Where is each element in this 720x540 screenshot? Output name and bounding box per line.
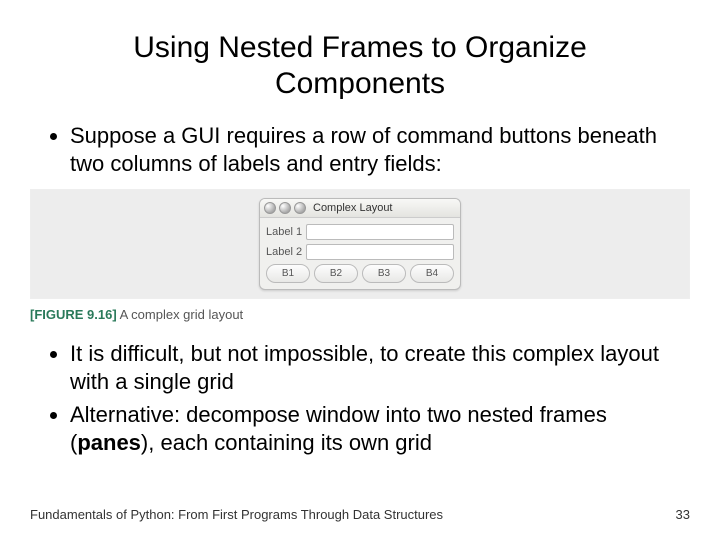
window-body: Label 1 Label 2 B1 B2 B3 B4 [260, 218, 460, 289]
button-row: B1 B2 B3 B4 [266, 264, 454, 283]
bullet-bold: panes [77, 430, 141, 455]
command-button: B4 [410, 264, 454, 283]
footer-page-number: 33 [676, 507, 690, 522]
zoom-icon [294, 202, 306, 214]
footer-book-title: Fundamentals of Python: From First Progr… [30, 507, 443, 522]
close-icon [264, 202, 276, 214]
minimize-icon [279, 202, 291, 214]
bullet-item: Suppose a GUI requires a row of command … [70, 122, 690, 177]
text-field [306, 244, 454, 260]
figure-caption: [FIGURE 9.16] A complex grid layout [30, 307, 690, 322]
field-label: Label 2 [266, 246, 302, 258]
window-titlebar: Complex Layout [260, 199, 460, 218]
form-row: Label 2 [266, 244, 454, 260]
slide-footer: Fundamentals of Python: From First Progr… [30, 507, 690, 522]
example-window: Complex Layout Label 1 Label 2 B1 B2 B3 … [259, 198, 461, 290]
bullet-item: Alternative: decompose window into two n… [70, 401, 690, 456]
bullet-text: ), each containing its own grid [141, 430, 432, 455]
window-title: Complex Layout [313, 202, 393, 214]
bullet-item: It is difficult, but not impossible, to … [70, 340, 690, 395]
field-label: Label 1 [266, 226, 302, 238]
command-button: B1 [266, 264, 310, 283]
figure-number: [FIGURE 9.16] [30, 307, 117, 322]
figure-caption-text: A complex grid layout [120, 307, 244, 322]
slide-title: Using Nested Frames to Organize Componen… [90, 30, 630, 102]
text-field [306, 224, 454, 240]
command-button: B3 [362, 264, 406, 283]
bullet-list-top: Suppose a GUI requires a row of command … [30, 122, 690, 177]
form-row: Label 1 [266, 224, 454, 240]
figure-illustration: Complex Layout Label 1 Label 2 B1 B2 B3 … [30, 189, 690, 299]
bullet-list-bottom: It is difficult, but not impossible, to … [30, 340, 690, 456]
command-button: B2 [314, 264, 358, 283]
